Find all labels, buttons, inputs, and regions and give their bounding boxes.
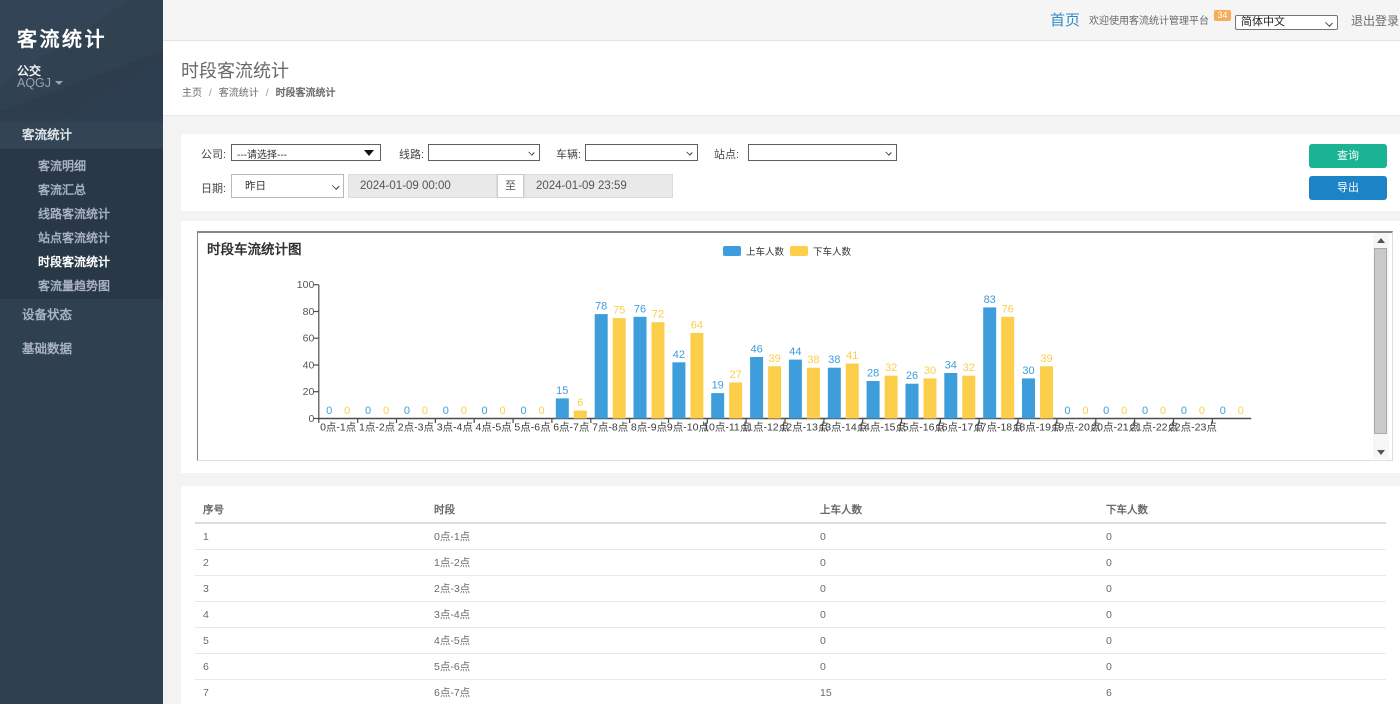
svg-text:42: 42 — [673, 349, 685, 361]
svg-text:41: 41 — [846, 350, 858, 362]
svg-text:30: 30 — [924, 365, 936, 377]
svg-text:0: 0 — [365, 405, 371, 417]
svg-text:34: 34 — [945, 360, 957, 372]
svg-text:78: 78 — [595, 301, 607, 313]
svg-text:76: 76 — [634, 303, 646, 315]
svg-text:0: 0 — [383, 405, 389, 417]
svg-text:39: 39 — [1040, 353, 1052, 365]
svg-text:4点-5点: 4点-5点 — [476, 422, 512, 434]
svg-text:32: 32 — [885, 362, 897, 374]
svg-text:3点-4点: 3点-4点 — [437, 422, 473, 434]
svg-text:0: 0 — [1220, 405, 1226, 417]
svg-text:44: 44 — [789, 346, 801, 358]
svg-text:30: 30 — [1022, 365, 1034, 377]
svg-text:0: 0 — [1199, 405, 1205, 417]
svg-text:0: 0 — [520, 405, 526, 417]
svg-text:7点-8点: 7点-8点 — [592, 422, 628, 434]
svg-text:80: 80 — [303, 306, 315, 318]
svg-text:0: 0 — [1103, 405, 1109, 417]
svg-text:0: 0 — [1142, 405, 1148, 417]
svg-text:38: 38 — [828, 354, 840, 366]
svg-text:26: 26 — [906, 370, 918, 382]
svg-text:1点-2点: 1点-2点 — [359, 422, 395, 434]
svg-text:0: 0 — [308, 413, 314, 425]
svg-text:76: 76 — [1002, 303, 1014, 315]
svg-text:0: 0 — [404, 405, 410, 417]
svg-text:0: 0 — [461, 405, 467, 417]
svg-text:0: 0 — [326, 405, 332, 417]
svg-text:32: 32 — [963, 362, 975, 374]
svg-text:0: 0 — [1160, 405, 1166, 417]
svg-text:40: 40 — [303, 360, 315, 372]
svg-text:0: 0 — [344, 405, 350, 417]
svg-text:75: 75 — [613, 305, 625, 317]
svg-text:64: 64 — [691, 319, 703, 331]
svg-text:20: 20 — [303, 386, 315, 398]
svg-text:0: 0 — [500, 405, 506, 417]
svg-text:28: 28 — [867, 368, 879, 380]
svg-text:27: 27 — [730, 369, 742, 381]
svg-text:72: 72 — [652, 309, 664, 321]
svg-text:5点-6点: 5点-6点 — [514, 422, 550, 434]
svg-text:46: 46 — [750, 344, 762, 356]
svg-text:22点-23点: 22点-23点 — [1169, 422, 1217, 434]
svg-text:0点-1点: 0点-1点 — [320, 422, 356, 434]
svg-text:0: 0 — [1082, 405, 1088, 417]
svg-text:0: 0 — [482, 405, 488, 417]
svg-text:83: 83 — [984, 294, 996, 306]
svg-text:39: 39 — [768, 353, 780, 365]
svg-text:0: 0 — [1064, 405, 1070, 417]
svg-text:15: 15 — [556, 385, 568, 397]
svg-text:38: 38 — [807, 354, 819, 366]
svg-text:0: 0 — [443, 405, 449, 417]
svg-text:0: 0 — [422, 405, 428, 417]
svg-text:0: 0 — [1121, 405, 1127, 417]
svg-text:60: 60 — [303, 333, 315, 345]
svg-text:6: 6 — [577, 397, 583, 409]
svg-text:19: 19 — [712, 380, 724, 392]
svg-text:100: 100 — [297, 279, 315, 291]
svg-text:8点-9点: 8点-9点 — [631, 422, 667, 434]
svg-text:6点-7点: 6点-7点 — [553, 422, 589, 434]
svg-text:0: 0 — [538, 405, 544, 417]
svg-text:2点-3点: 2点-3点 — [398, 422, 434, 434]
svg-text:0: 0 — [1238, 405, 1244, 417]
svg-text:0: 0 — [1181, 405, 1187, 417]
